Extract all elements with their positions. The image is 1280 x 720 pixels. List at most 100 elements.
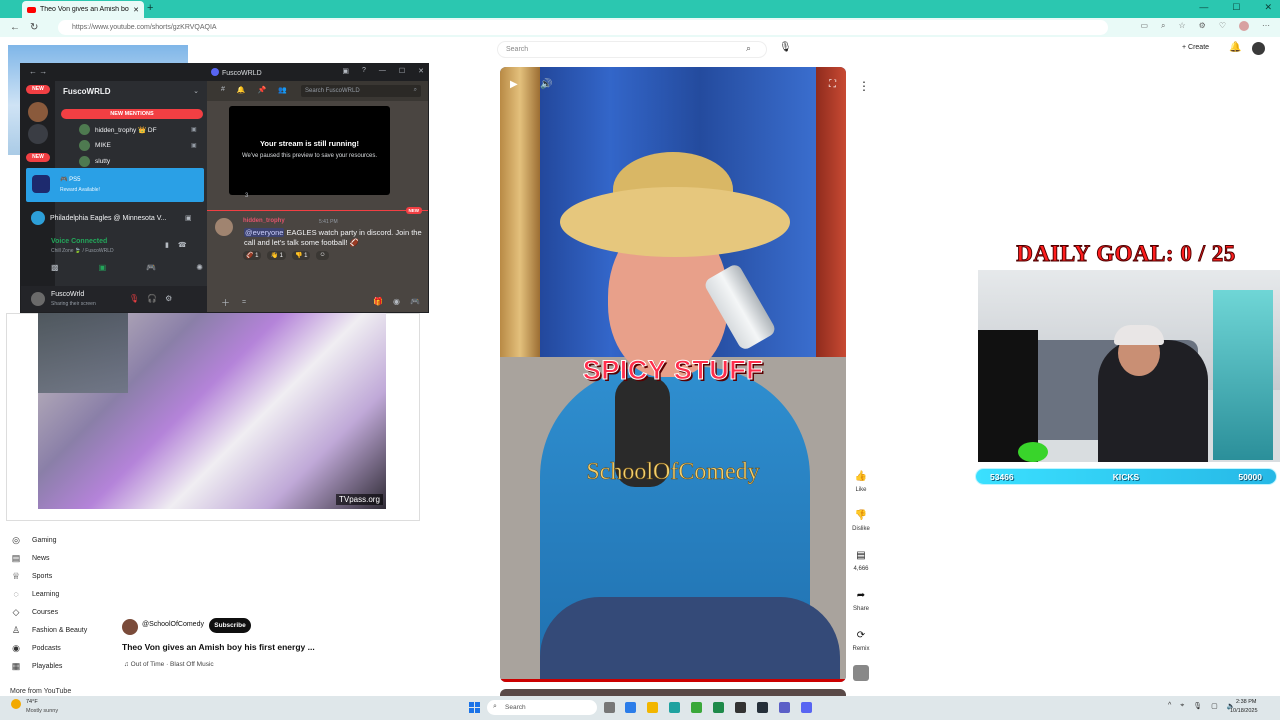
sticker-icon[interactable]: ◉	[393, 297, 400, 306]
weather-sun-icon[interactable]	[11, 699, 21, 709]
share-button[interactable]: ➦ Share	[848, 590, 874, 612]
inbox-icon[interactable]: ▣	[342, 67, 349, 75]
copilot-icon[interactable]	[625, 702, 636, 713]
fullscreen-icon[interactable]: ⛶	[829, 79, 836, 90]
user-avatar[interactable]	[31, 292, 45, 306]
more-options-icon[interactable]: ⋯	[1262, 21, 1270, 31]
close-tab-icon[interactable]: ✕	[133, 6, 139, 14]
sidebar-item-news[interactable]: ▤ News	[10, 553, 50, 564]
task-view-icon[interactable]	[604, 702, 615, 713]
sidebar-item-fashion-beauty[interactable]: ♙ Fashion & Beauty	[10, 625, 87, 636]
camera-icon[interactable]: ▩	[51, 263, 59, 272]
new-badge[interactable]: NEW	[26, 85, 50, 94]
pin-icon[interactable]: 📌	[258, 86, 267, 94]
terminal-icon[interactable]	[735, 702, 746, 713]
news-app-icon[interactable]	[757, 702, 768, 713]
voice-user[interactable]: MIKE ▣	[79, 140, 197, 151]
disconnect-icon[interactable]: ☎	[178, 241, 187, 249]
message-author[interactable]: hidden_trophy	[243, 218, 285, 224]
tray-chevron-icon[interactable]: ^	[1168, 702, 1171, 710]
read-mode-icon[interactable]: ▭	[1140, 21, 1148, 31]
game-controller-icon[interactable]: 🎮	[410, 297, 420, 306]
dislike-button[interactable]: 👎 Dislike	[848, 510, 874, 532]
sidebar-item-gaming[interactable]: ◎ Gaming	[10, 535, 56, 546]
everyone-mention[interactable]: @everyone	[244, 228, 285, 237]
voice-connected-status[interactable]: Voice Connected	[51, 238, 107, 245]
soundboard-icon[interactable]: ✺	[196, 263, 203, 272]
network-icon[interactable]: ▢	[1211, 702, 1218, 710]
subscribe-button[interactable]: Subscribe	[209, 618, 251, 633]
maximize-icon[interactable]: ☐	[1232, 2, 1240, 13]
new-mentions-bar[interactable]: NEW MENTIONS	[61, 109, 203, 119]
chevron-down-icon[interactable]: ⌄	[193, 87, 199, 95]
mini-player-video[interactable]	[38, 313, 386, 509]
add-attachment-icon[interactable]: ＋	[221, 296, 230, 309]
browser-tab[interactable]: Theo Von gives an Amish boy hi ✕	[22, 1, 144, 18]
notifications-bell-icon[interactable]: 🔔	[1229, 42, 1241, 53]
favorites-icon[interactable]: ♡	[1219, 21, 1226, 31]
search-icon[interactable]: ⌕	[746, 43, 751, 54]
sidebar-item-courses[interactable]: ◇ Courses	[10, 607, 59, 618]
message-author-avatar[interactable]	[215, 218, 233, 236]
format-icon[interactable]: =	[242, 299, 246, 306]
threads-icon[interactable]: #	[221, 86, 225, 94]
close-window-icon[interactable]: ✕	[1264, 2, 1272, 13]
voice-user[interactable]: hidden_trophy 👑 DF ▣	[79, 124, 197, 135]
stream-paused-panel[interactable]: Your stream is still running! We've paus…	[229, 106, 390, 195]
weather-desc[interactable]: Mostly sunny	[26, 708, 58, 714]
music-credit[interactable]: ♫ Out of Time · Blast Off Music	[124, 661, 214, 668]
maximize-icon[interactable]: ☐	[399, 67, 405, 75]
url-field[interactable]: https://www.youtube.com/shorts/gzKRVQAQI…	[58, 20, 1108, 35]
short-title[interactable]: Theo Von gives an Amish boy his first en…	[122, 642, 315, 652]
voice-channel-path[interactable]: Chill Zone 🍃 / FuscoWRLD	[51, 248, 114, 254]
activity-screen-icon[interactable]: ▣	[185, 214, 192, 222]
volume-icon[interactable]: 🔊	[540, 79, 552, 90]
headphones-icon[interactable]: 🎧	[147, 294, 157, 303]
play-pause-icon[interactable]: ▶	[510, 79, 518, 90]
share-screen-icon[interactable]: ▣	[99, 263, 107, 272]
channel-avatar[interactable]	[122, 619, 138, 635]
clock-time[interactable]: 2:38 PM	[1236, 699, 1256, 705]
reaction[interactable]: 👎 1	[291, 251, 311, 260]
zoom-icon[interactable]: ⌕	[1161, 21, 1165, 31]
create-button[interactable]: + Create	[1182, 44, 1209, 51]
sidebar-item-podcasts[interactable]: ◉ Podcasts	[10, 643, 61, 654]
minimize-icon[interactable]: —	[1199, 2, 1208, 13]
server-icon[interactable]	[28, 124, 48, 144]
video-progress-bar[interactable]	[500, 679, 846, 682]
user-name[interactable]: FuscoWrld	[51, 291, 84, 298]
discord-nav-arrows-icon[interactable]: ← →	[29, 67, 47, 76]
start-windows-icon[interactable]	[469, 702, 480, 713]
server-icon[interactable]	[28, 102, 48, 122]
settings-gear-icon[interactable]: ⚙	[165, 294, 172, 303]
microphone-icon[interactable]: 🎙	[779, 42, 792, 53]
profile-avatar[interactable]	[1239, 21, 1249, 31]
reaction[interactable]: 👋 1	[267, 251, 286, 260]
remix-button[interactable]: ⟳ Remix	[848, 630, 874, 652]
refresh-icon[interactable]: ↻	[30, 22, 38, 33]
server-name[interactable]: FuscoWRLD	[63, 87, 111, 96]
like-button[interactable]: 👍 Like	[848, 471, 874, 493]
notification-bell-icon[interactable]: 🔔	[237, 86, 246, 94]
location-icon[interactable]: ⌖	[1180, 702, 1184, 710]
message-input-bar[interactable]: ＋ = 🎁 ◉ 🎮	[207, 292, 428, 312]
comments-button[interactable]: ▤ 4,666	[848, 550, 874, 572]
new-tab-button[interactable]: +	[147, 2, 153, 14]
youtube-search-input[interactable]: Search	[497, 41, 767, 58]
activity-icon[interactable]: 🎮	[146, 263, 156, 272]
add-reaction-icon[interactable]: ☺	[316, 251, 329, 260]
back-icon[interactable]: ←	[10, 22, 20, 33]
file-explorer-icon[interactable]	[647, 702, 658, 713]
teams-icon[interactable]	[779, 702, 790, 713]
more-menu-icon[interactable]: ⋮	[858, 79, 870, 93]
minimize-icon[interactable]: —	[379, 67, 386, 75]
favorite-star-icon[interactable]: ☆	[1178, 21, 1185, 31]
mic-muted-icon[interactable]: 🎙	[129, 294, 139, 303]
voice-user[interactable]: slutty	[79, 156, 110, 167]
reaction[interactable]: 🏈 1	[243, 251, 262, 260]
mic-tray-icon[interactable]: 🎙	[1193, 702, 1202, 710]
edge-browser-icon[interactable]	[669, 702, 680, 713]
close-icon[interactable]: ✕	[418, 67, 424, 75]
short-video-player[interactable]: SPICY STUFF SchoolOfComedy ▶ 🔊 ⛶	[500, 67, 846, 682]
help-icon[interactable]: ?	[362, 67, 366, 75]
